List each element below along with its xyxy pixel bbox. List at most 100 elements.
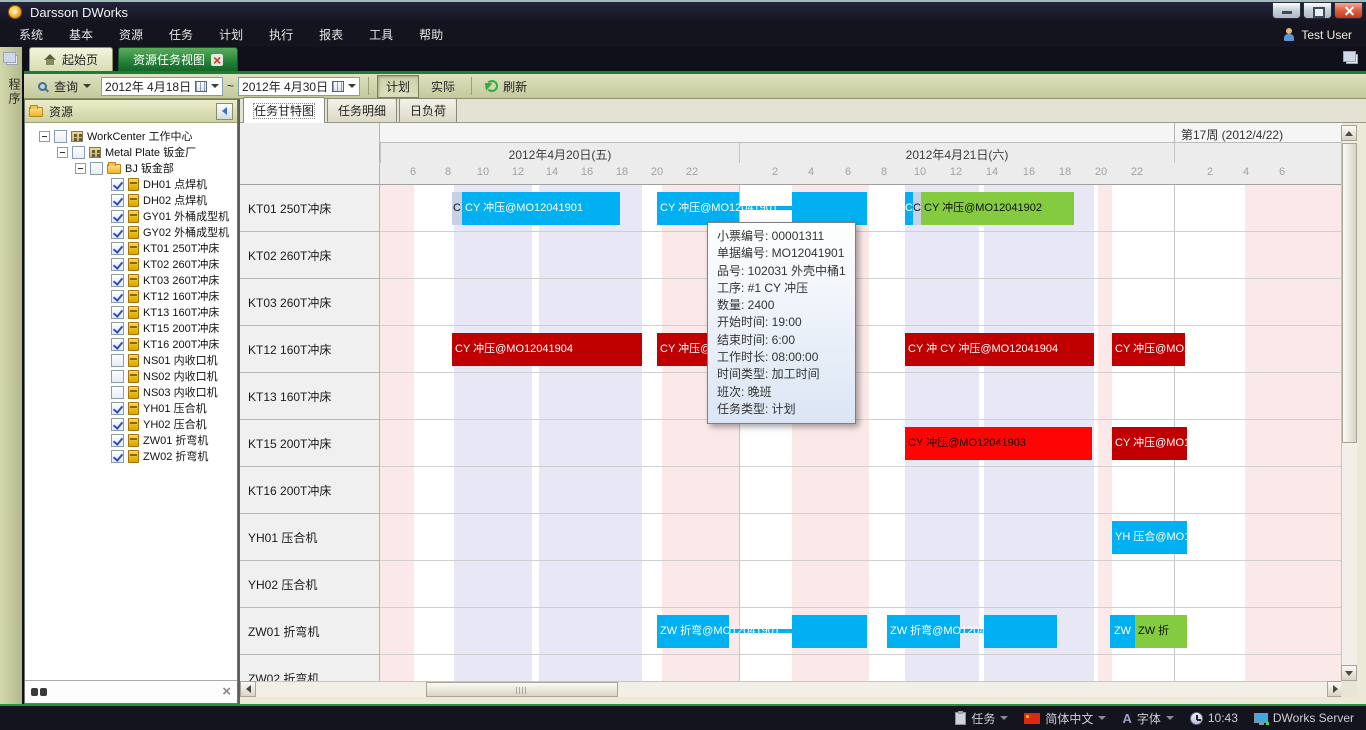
tree-checkbox[interactable] <box>111 386 124 399</box>
minimize-button[interactable] <box>1272 2 1301 19</box>
vertical-scroll-thumb[interactable] <box>1342 143 1357 443</box>
refresh-button[interactable]: 刷新 <box>480 75 533 98</box>
task-bar[interactable]: CY 冲压@MO12041901 <box>462 192 620 225</box>
tree-item[interactable]: GY01 外桶成型机 <box>25 208 237 224</box>
dropdown-caret-icon[interactable] <box>1000 716 1008 720</box>
task-bar[interactable] <box>984 615 1057 648</box>
dropdown-caret-icon[interactable] <box>1098 716 1106 720</box>
find-icon[interactable] <box>31 687 47 697</box>
date-to-field[interactable]: 2012年 4月30日 <box>238 77 360 96</box>
task-bar[interactable]: CY 冲压@MO1 <box>1112 427 1187 460</box>
tree-checkbox[interactable] <box>111 242 124 255</box>
dropdown-caret-icon[interactable] <box>1166 716 1174 720</box>
date-from-dropdown-icon[interactable] <box>211 84 219 88</box>
tree-checkbox[interactable] <box>111 322 124 335</box>
tab-close-icon[interactable]: × <box>211 54 223 66</box>
tree-item[interactable]: NS02 内收口机 <box>25 368 237 384</box>
tree-checkbox[interactable] <box>111 338 124 351</box>
horizontal-scrollbar[interactable] <box>240 681 1343 697</box>
menu-item-5[interactable]: 计划 <box>206 22 256 47</box>
task-bar[interactable]: C <box>905 192 913 225</box>
tree-item[interactable]: BJ 钣金部 <box>25 160 237 176</box>
tab-home[interactable]: 起始页 <box>29 47 113 71</box>
program-side-strip[interactable]: 程序 <box>0 47 24 704</box>
task-bar[interactable]: CY 冲压@MO12041901 <box>657 192 739 225</box>
query-dropdown-icon[interactable] <box>83 84 91 88</box>
tree-checkbox[interactable] <box>111 306 124 319</box>
tree-item[interactable]: Metal Plate 钣金厂 <box>25 144 237 160</box>
restore-button[interactable] <box>1303 2 1332 19</box>
tree-checkbox[interactable] <box>111 258 124 271</box>
tree-checkbox[interactable] <box>111 434 124 447</box>
tree-checkbox[interactable] <box>111 210 124 223</box>
menu-item-1[interactable]: 系统 <box>6 22 56 47</box>
tree-item[interactable]: ZW02 折弯机 <box>25 448 237 464</box>
task-bar[interactable] <box>792 192 867 225</box>
menu-item-4[interactable]: 任务 <box>156 22 206 47</box>
task-bar[interactable]: YH 压合@MO1 <box>1112 521 1187 554</box>
statusbar-简体中文[interactable]: 简体中文 <box>1024 710 1106 727</box>
tree-checkbox[interactable] <box>111 354 124 367</box>
task-bar[interactable]: CY 冲压@MO12041904 <box>452 333 642 366</box>
view-tab-2[interactable]: 任务明细 <box>327 98 397 122</box>
date-from-value[interactable]: 2012年 4月18日 <box>105 78 191 95</box>
date-to-value[interactable]: 2012年 4月30日 <box>242 78 328 95</box>
close-button[interactable] <box>1334 2 1363 19</box>
tree-item[interactable]: KT03 260T冲床 <box>25 272 237 288</box>
statusbar-任务[interactable]: 任务 <box>955 710 1008 727</box>
horizontal-scroll-thumb[interactable] <box>426 682 618 697</box>
tree-item[interactable]: NS03 内收口机 <box>25 384 237 400</box>
task-bar[interactable]: ZW 折弯@MO12041901 <box>887 615 960 648</box>
tree-checkbox[interactable] <box>111 178 124 191</box>
task-bar[interactable]: CY 冲压@MO1 <box>1112 333 1185 366</box>
tree-item[interactable]: KT15 200T冲床 <box>25 320 237 336</box>
calendar-icon[interactable] <box>332 81 344 92</box>
tree-item[interactable]: DH01 点焊机 <box>25 176 237 192</box>
setup-bar[interactable]: C <box>452 192 462 225</box>
menu-item-6[interactable]: 执行 <box>256 22 306 47</box>
scroll-down-button[interactable] <box>1341 665 1357 681</box>
tree-item[interactable]: KT01 250T冲床 <box>25 240 237 256</box>
task-bar[interactable]: CY 冲 CY 冲压@MO12041904 <box>905 333 1094 366</box>
plan-toggle[interactable]: 计划 <box>377 75 419 98</box>
tree-checkbox[interactable] <box>72 146 85 159</box>
task-bar[interactable] <box>792 615 867 648</box>
statusbar-字体[interactable]: 字体 <box>1122 710 1173 727</box>
query-button[interactable]: 查询 <box>32 75 97 98</box>
menu-item-9[interactable]: 帮助 <box>406 22 456 47</box>
tree-checkbox[interactable] <box>111 418 124 431</box>
view-tab-3[interactable]: 日负荷 <box>399 98 457 122</box>
panel-collapse-button[interactable] <box>216 103 233 120</box>
task-bar[interactable]: CY 冲压@MO12041903 <box>905 427 1092 460</box>
tree-item[interactable]: NS01 内收口机 <box>25 352 237 368</box>
scroll-left-button[interactable] <box>240 681 256 697</box>
tree-item[interactable]: KT02 260T冲床 <box>25 256 237 272</box>
task-bar[interactable]: ZW <box>1110 615 1135 648</box>
tree-checkbox[interactable] <box>111 290 124 303</box>
tree-item[interactable]: WorkCenter 工作中心 <box>25 128 237 144</box>
tree-expand-icon[interactable] <box>39 131 50 142</box>
windows-list-icon[interactable] <box>1346 54 1358 64</box>
calendar-icon[interactable] <box>195 81 207 92</box>
actual-toggle[interactable]: 实际 <box>423 76 463 97</box>
task-bar[interactable]: CY 冲压@MO12041902 <box>921 192 1074 225</box>
tree-item[interactable]: YH01 压合机 <box>25 400 237 416</box>
menu-item-2[interactable]: 基本 <box>56 22 106 47</box>
tree-item[interactable]: KT12 160T冲床 <box>25 288 237 304</box>
tree-checkbox[interactable] <box>111 226 124 239</box>
tree-checkbox[interactable] <box>111 370 124 383</box>
tree-item[interactable]: GY02 外桶成型机 <box>25 224 237 240</box>
tab-resource-task-view[interactable]: 资源任务视图 × <box>118 47 238 71</box>
tree-item[interactable]: ZW01 折弯机 <box>25 432 237 448</box>
menu-item-3[interactable]: 资源 <box>106 22 156 47</box>
date-from-field[interactable]: 2012年 4月18日 <box>101 77 223 96</box>
tree-expand-icon[interactable] <box>75 163 86 174</box>
clear-icon[interactable]: × <box>222 686 231 698</box>
task-bar[interactable]: ZW 折 <box>1135 615 1187 648</box>
tree-checkbox[interactable] <box>111 450 124 463</box>
tree-item[interactable]: KT16 200T冲床 <box>25 336 237 352</box>
tree-checkbox[interactable] <box>111 194 124 207</box>
tree-item[interactable]: KT13 160T冲床 <box>25 304 237 320</box>
task-bar[interactable]: ZW 折弯@MO12041901 <box>657 615 729 648</box>
scroll-up-button[interactable] <box>1341 125 1357 141</box>
